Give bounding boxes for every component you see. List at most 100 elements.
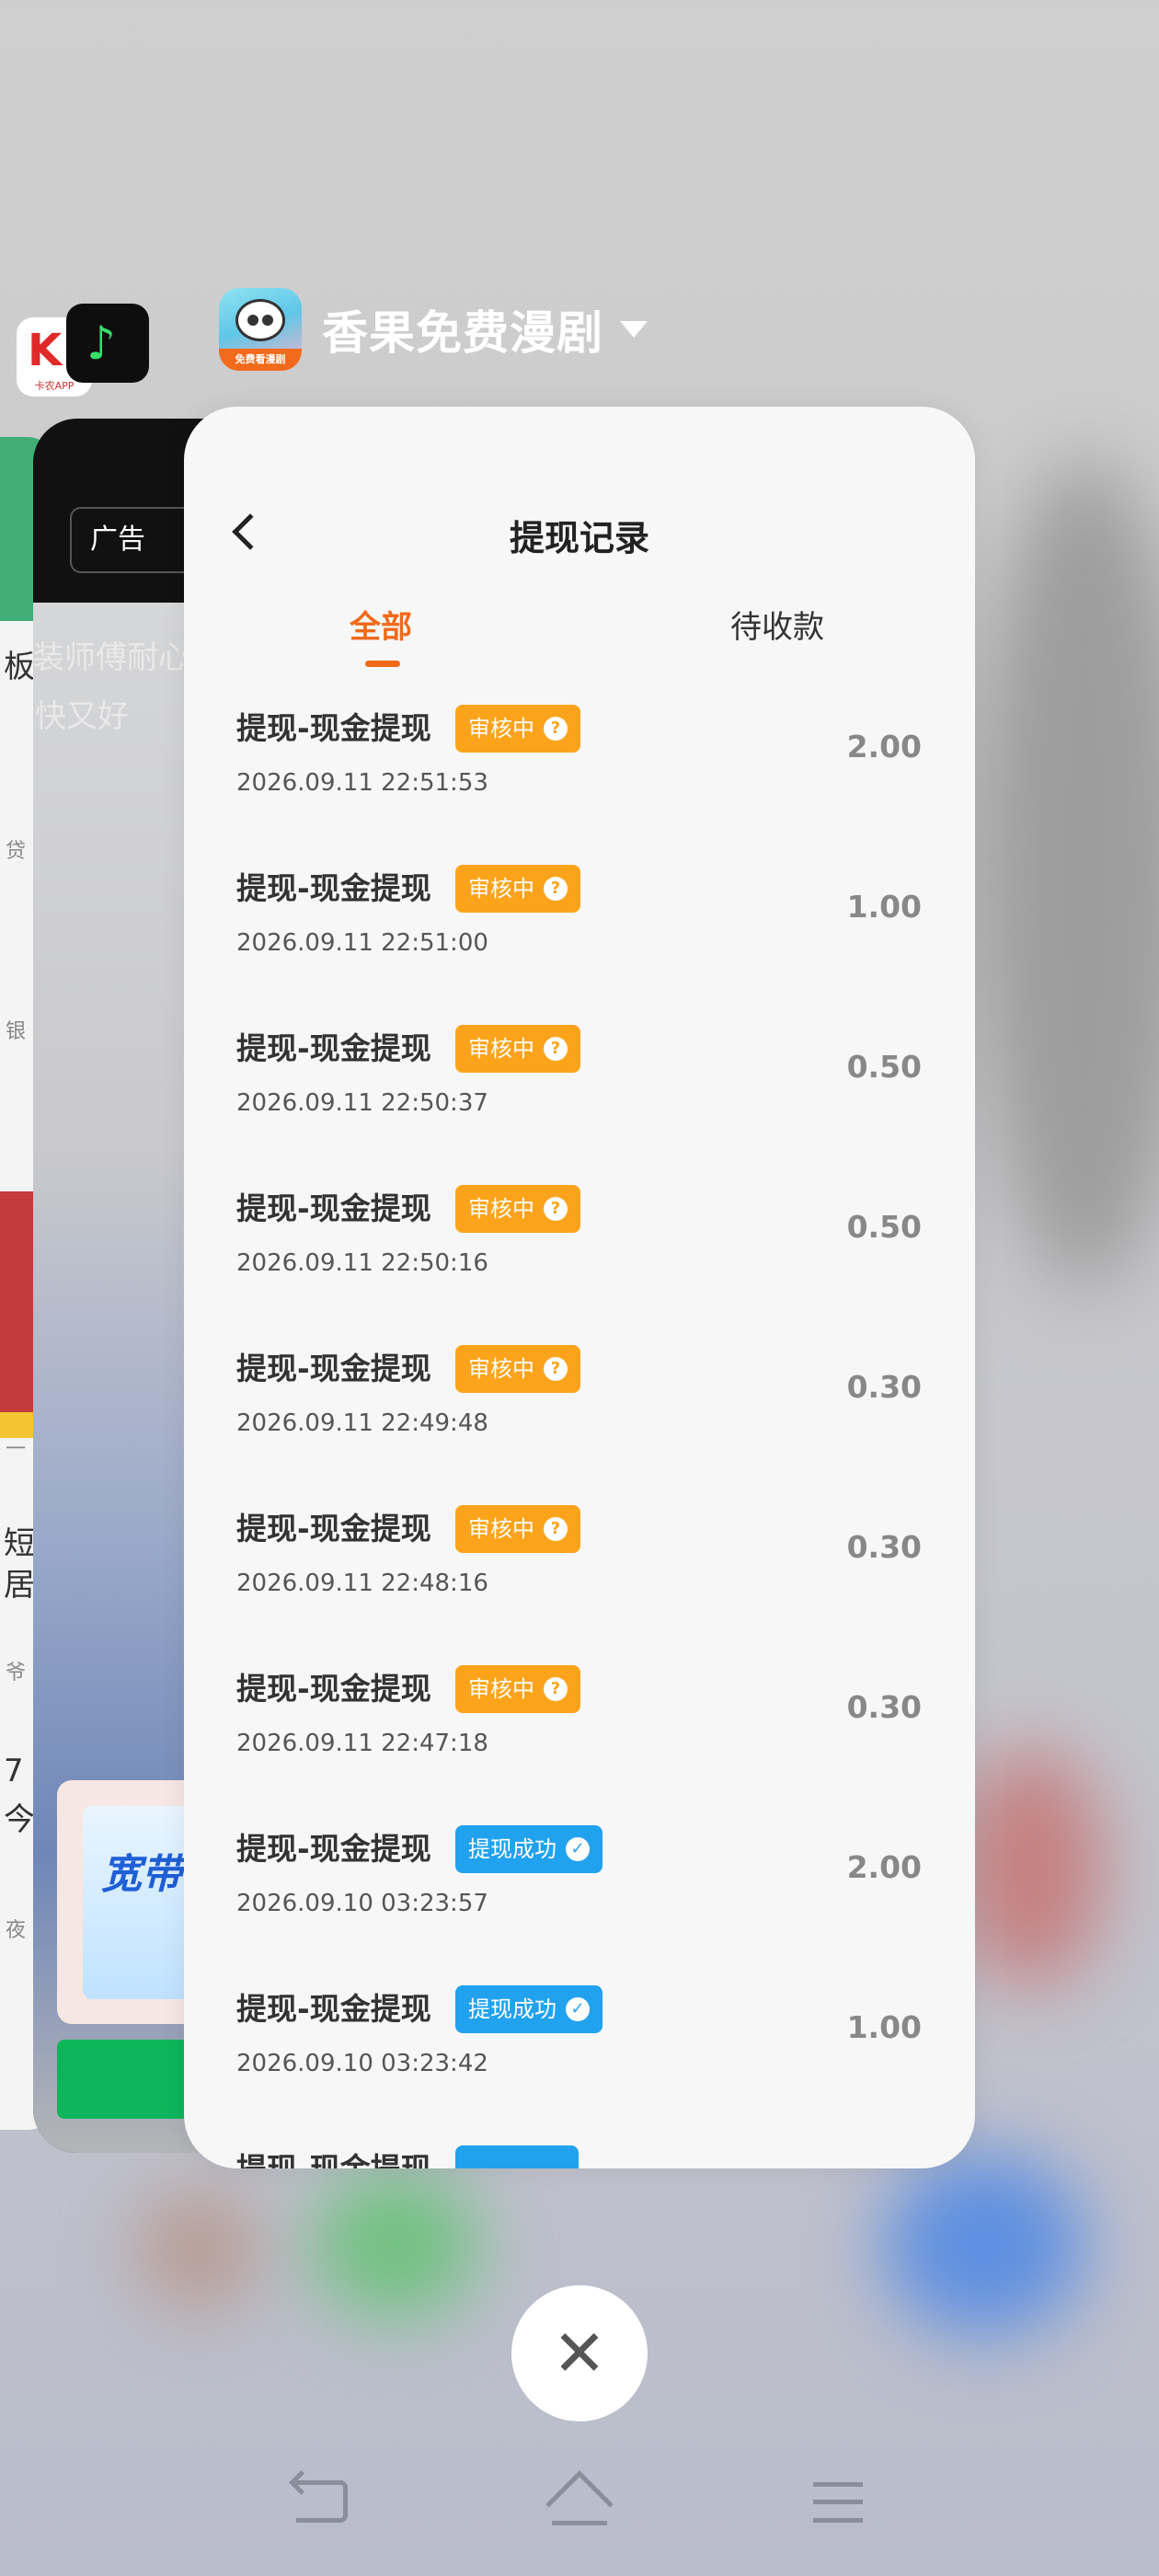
record-time: 2026.09.10 03:23:42 (236, 2050, 488, 2077)
status-badge: 审核中? (455, 1185, 580, 1233)
question-icon[interactable]: ? (544, 1357, 568, 1381)
nav-home-icon[interactable] (545, 2470, 614, 2538)
card-text: 一 (6, 1438, 27, 1461)
record-amount: 1.00 (846, 889, 922, 925)
record-amount: 0.50 (846, 1049, 922, 1085)
status-label: 审核中 (468, 716, 534, 742)
status-label: 审核中 (468, 1676, 534, 1702)
status-label: 审核中 (468, 1036, 534, 1062)
withdrawal-record-card[interactable]: 提现记录 全部 待收款 提现-现金提现 审核中? 2026.09.11 22:51:… (184, 407, 975, 2168)
record-time: 2026.09.11 22:51:00 (236, 929, 488, 957)
status-badge: 审核中? (455, 1505, 580, 1553)
bg-blob (975, 460, 1159, 1288)
status-label: 审核中 (468, 876, 534, 902)
music-note-icon: ♪ (86, 316, 116, 370)
nav-bar: 提现记录 (184, 407, 975, 563)
tab-pending[interactable]: 待收款 (730, 602, 824, 647)
status-badge: 审核中? (455, 1025, 580, 1073)
record-title: 提现-现金提现 (236, 1351, 431, 1386)
status-label: 审核中 (468, 1516, 534, 1542)
recent-app-header[interactable]: 免费看漫剧 香果免费漫剧 (219, 287, 648, 372)
record-time: 2026.09.11 22:50:16 (236, 1249, 488, 1277)
record-amount: 0.50 (846, 1209, 922, 1245)
record-amount: 0.30 (846, 1529, 922, 1565)
record-row[interactable]: 提现-现金提现 审核中? 2026.09.11 22:49:48 0.30 (184, 1343, 975, 1503)
close-icon: ✕ (552, 2316, 607, 2391)
record-title: 提现-现金提现 (236, 710, 431, 746)
card-text: 贷 (6, 840, 27, 863)
status-badge: 提现成功 ✓ (455, 1825, 602, 1873)
record-title: 提现-现金提现 (236, 1030, 431, 1066)
cartoon-face-icon (235, 299, 285, 341)
clear-all-button[interactable]: ✕ (511, 2285, 648, 2421)
question-icon[interactable]: ? (544, 1037, 568, 1061)
status-label: 提现成功 (468, 1836, 557, 1862)
system-nav-bar (0, 2470, 1159, 2548)
record-amount: 2.00 (846, 729, 922, 765)
k-glyph-icon: K (28, 325, 63, 376)
card-overlay-text: 装师傅耐心 (33, 639, 189, 676)
record-title: 提现-现金提现 (236, 1991, 431, 2027)
record-time: 2026.09.11 22:48:16 (236, 1570, 488, 1597)
record-amount: 0.30 (846, 1369, 922, 1405)
status-label: 提现成功 (468, 1996, 557, 2022)
status-badge: 审核中? (455, 1345, 580, 1393)
nav-back-icon[interactable] (296, 2480, 348, 2523)
card-text: 银 (6, 1020, 27, 1043)
card-overlay-text: 快又好 (35, 698, 129, 735)
page-title: 提现记录 (509, 518, 649, 558)
record-amount: 2.00 (846, 1849, 922, 1885)
app-icon-label: 免费看漫剧 (219, 349, 302, 371)
record-time: 2026.09.11 22:51:53 (236, 769, 488, 797)
record-row[interactable]: 提现-现金提现 (184, 2144, 975, 2168)
record-row[interactable]: 提现-现金提现 审核中? 2026.09.11 22:47:18 0.30 (184, 1663, 975, 1823)
caret-down-icon[interactable] (620, 321, 648, 338)
status-label: 审核中 (468, 1356, 534, 1382)
record-row[interactable]: 提现-现金提现 审核中? 2026.09.11 22:51:00 1.00 (184, 863, 975, 1023)
card-text: 居 (4, 1567, 35, 1604)
card-text: 板 (4, 649, 35, 685)
banner-word: 宽带 (101, 1851, 182, 1898)
active-tab-indicator (365, 661, 400, 667)
check-icon: ✓ (566, 1997, 590, 2021)
card-text: 7 (4, 1753, 24, 1789)
bg-blob (957, 1748, 1104, 1987)
bg-blob (883, 2153, 1085, 2337)
record-time: 2026.09.11 22:47:18 (236, 1730, 488, 1757)
record-row[interactable]: 提现-现金提现 审核中? 2026.09.11 22:50:16 0.50 (184, 1183, 975, 1343)
question-icon[interactable]: ? (544, 1677, 568, 1701)
card-text: 爷 (6, 1662, 27, 1685)
record-time: 2026.09.11 22:50:37 (236, 1089, 488, 1117)
status-badge (455, 2145, 579, 2168)
record-row[interactable]: 提现-现金提现 提现成功 ✓ 2026.09.10 03:23:42 1.00 (184, 1984, 975, 2144)
record-title: 提现-现金提现 (236, 1831, 431, 1867)
question-icon[interactable]: ? (544, 717, 568, 741)
app-icon: 免费看漫剧 (219, 288, 302, 371)
question-icon[interactable]: ? (544, 877, 568, 901)
status-badge: 审核中? (455, 1665, 580, 1713)
record-row[interactable]: 提现-现金提现 提现成功 ✓ 2026.09.10 03:23:57 2.00 (184, 1823, 975, 1984)
card-text: 短 (4, 1525, 35, 1562)
record-row[interactable]: 提现-现金提现 审核中? 2026.09.11 22:50:37 0.50 (184, 1023, 975, 1183)
record-amount: 0.30 (846, 1689, 922, 1725)
tab-all[interactable]: 全部 (350, 602, 412, 647)
music-app-icon[interactable]: ♪ (66, 304, 149, 383)
bg-blob (138, 2190, 258, 2309)
card-text: 夜 (6, 1919, 27, 1942)
record-time: 2026.09.11 22:49:48 (236, 1409, 488, 1437)
record-title: 提现-现金提现 (236, 2144, 431, 2168)
record-title: 提现-现金提现 (236, 1511, 431, 1547)
record-title: 提现-现金提现 (236, 870, 431, 906)
record-time: 2026.09.10 03:23:57 (236, 1890, 488, 1917)
bg-blob (313, 2171, 478, 2318)
record-list: 提现-现金提现 审核中? 2026.09.11 22:51:53 2.00 提现-现金提… (184, 703, 975, 2168)
status-badge: 审核中? (455, 865, 580, 913)
record-row[interactable]: 提现-现金提现 审核中? 2026.09.11 22:51:53 2.00 (184, 703, 975, 863)
record-row[interactable]: 提现-现金提现 审核中? 2026.09.11 22:48:16 0.30 (184, 1503, 975, 1663)
question-icon[interactable]: ? (544, 1517, 568, 1541)
record-amount: 1.00 (846, 2009, 922, 2045)
question-icon[interactable]: ? (544, 1197, 568, 1221)
nav-menu-icon[interactable] (813, 2482, 863, 2523)
card-text: 今 (4, 1801, 35, 1838)
app-name: 香果免费漫剧 (322, 306, 603, 360)
